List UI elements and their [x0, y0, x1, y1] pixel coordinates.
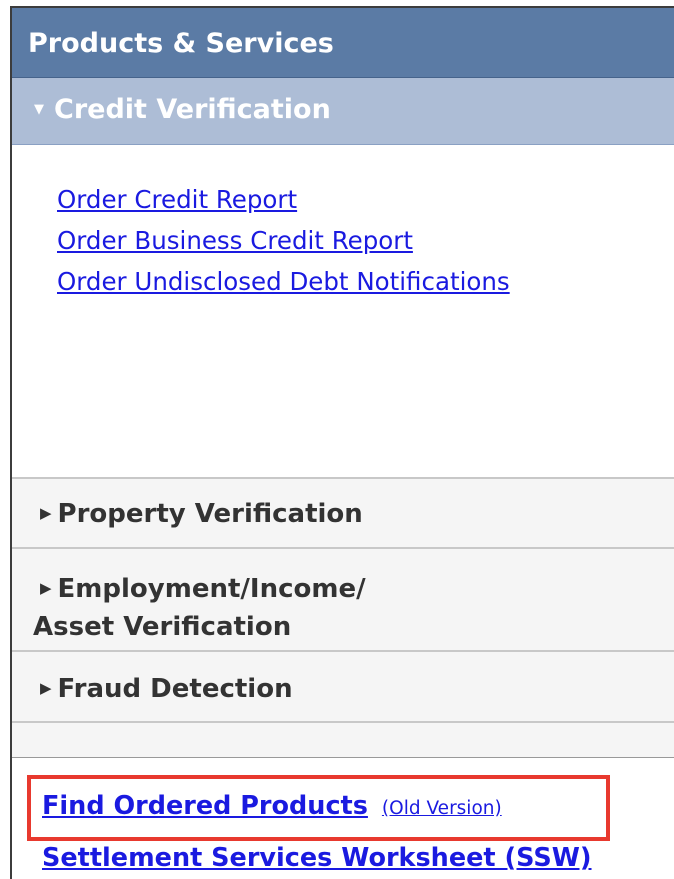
section-label: Property Verification — [57, 499, 363, 529]
find-ordered-products-link[interactable]: Find Ordered Products — [42, 791, 368, 821]
caret-right-icon: ▶ — [40, 504, 52, 522]
caret-right-icon: ▶ — [40, 679, 52, 697]
section-fraud-detection[interactable]: ▶ Fraud Detection — [12, 652, 674, 723]
section-employment-income-asset-verification[interactable]: ▶ Employment/Income/ Asset Verification — [12, 549, 674, 652]
link-order-business-credit-report[interactable]: Order Business Credit Report — [57, 220, 674, 261]
caret-down-icon: ▼ — [34, 102, 44, 117]
link-order-credit-report[interactable]: Order Credit Report — [57, 179, 674, 220]
section-credit-verification[interactable]: ▼ Credit Verification — [12, 78, 674, 145]
section-property-verification[interactable]: ▶ Property Verification — [12, 479, 674, 549]
ssw-row: Settlement Services Worksheet (SSW) — [42, 843, 674, 873]
settlement-services-worksheet-link[interactable]: Settlement Services Worksheet (SSW) — [42, 843, 592, 873]
section-label-line2: Asset Verification — [33, 612, 292, 642]
find-ordered-products-row: Find Ordered Products (Old Version) — [42, 784, 674, 832]
old-version-link[interactable]: (Old Version) — [382, 798, 502, 819]
section-label: Fraud Detection — [57, 674, 293, 704]
link-order-undisclosed-debt-notifications[interactable]: Order Undisclosed Debt Notifications — [57, 261, 674, 302]
section-label: Credit Verification — [54, 94, 331, 125]
section-spacer — [12, 723, 674, 758]
section-label-line1: Employment/Income/ — [57, 574, 366, 604]
products-services-panel: Products & Services ▼ Credit Verification… — [10, 6, 674, 879]
bottom-links: Find Ordered Products (Old Version) Settl… — [12, 758, 674, 873]
caret-right-icon: ▶ — [40, 579, 52, 597]
credit-links-list: Order Credit Report Order Business Credi… — [12, 145, 674, 479]
panel-title: Products & Services — [12, 8, 674, 78]
